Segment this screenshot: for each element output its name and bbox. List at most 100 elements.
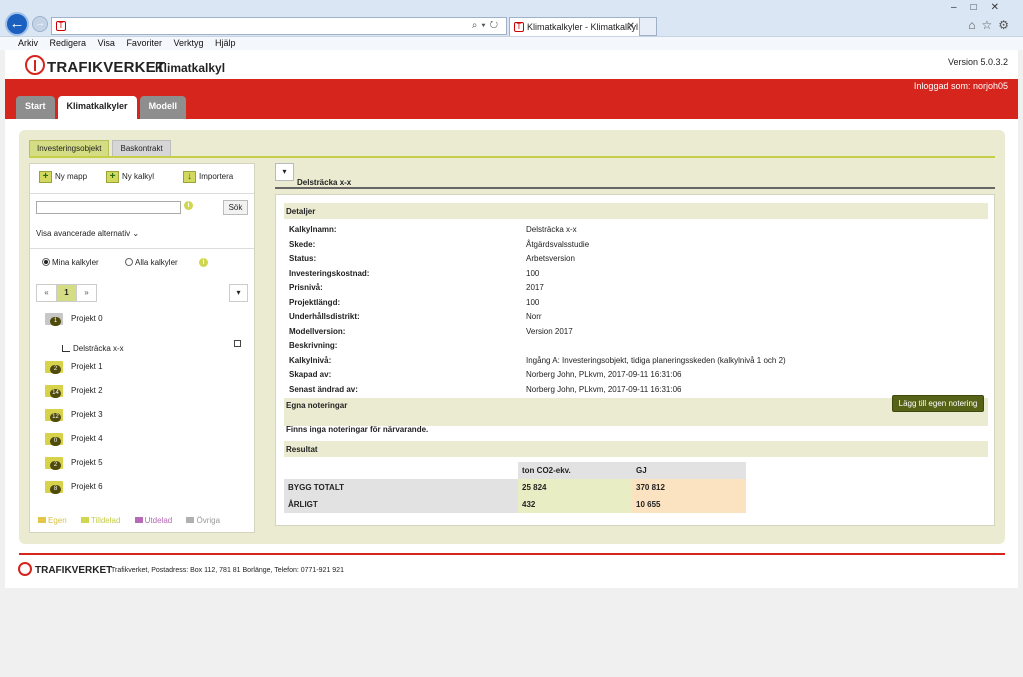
folder-icon: 0 (45, 433, 63, 446)
detail-row: Senast ändrad av: Norberg John, PLkvm, 20… (289, 385, 979, 397)
tab-modell[interactable]: Modell (139, 96, 187, 119)
detail-row: Skede: Åtgärdsvalsstudie (289, 240, 979, 252)
add-note-button[interactable]: Lägg till egen notering (892, 395, 984, 412)
detail-value: Ingång A: Investeringsobjekt, tidiga pla… (526, 355, 786, 365)
site-favicon-icon: T (56, 21, 66, 31)
pager-next[interactable]: » (76, 284, 97, 302)
search-input[interactable] (36, 201, 181, 214)
detail-key: Projektlängd: (289, 297, 341, 307)
subtab-baskontrakt[interactable]: Baskontrakt (112, 140, 171, 157)
detail-value: Arbetsversion (526, 254, 575, 263)
menu-item-redigera[interactable]: Redigera (50, 37, 87, 50)
search-button[interactable]: Sök (223, 200, 248, 215)
divider (30, 193, 254, 194)
advanced-options-label: Visa avancerade alternativ (36, 229, 131, 238)
address-bar[interactable]: T ⌕▾↻ (51, 17, 507, 35)
folder-icon: 1 (45, 313, 63, 326)
app-header: TRAFIKVERKET Klimatkalkyl Version 5.0.3.… (5, 50, 1018, 79)
browser-tab[interactable]: T Klimatkalkyler - Klimatkalkyl ✕ (509, 17, 640, 36)
detail-row: Status: Arbetsversion (289, 254, 979, 266)
bar-chart-icon (62, 345, 70, 352)
address-bar-icons[interactable]: ⌕▾↻ (472, 20, 502, 31)
section-details: Detaljer (284, 203, 988, 219)
footer-brand: TRAFIKVERKET (35, 565, 113, 576)
window-controls[interactable]: –□✕ (951, 2, 1013, 13)
detail-dropdown[interactable]: ▾ (275, 163, 294, 181)
main-panel: Investeringsobjekt Baskontrakt + Ny mapp … (19, 130, 1005, 544)
close-tab-icon[interactable]: ✕ (627, 21, 635, 32)
folder-icon (80, 517, 89, 523)
folder-label: Projekt 0 (71, 314, 103, 323)
new-calc-button[interactable]: + Ny kalkyl (106, 171, 154, 183)
new-folder-button[interactable]: + Ny mapp (39, 171, 87, 183)
folder-icon (186, 517, 195, 523)
radio-all-calcs-label: Alla kalkyler (135, 258, 178, 267)
radio-my-calcs[interactable]: Mina kalkyler (42, 258, 99, 267)
detail-key: Underhållsdistrikt: (289, 312, 360, 321)
download-icon: ↓ (183, 171, 196, 183)
pager-dropdown[interactable]: ▾ (229, 284, 248, 302)
divider (30, 248, 254, 249)
folder-label: Projekt 3 (71, 410, 103, 419)
menu-item-favoriter[interactable]: Favoriter (126, 37, 162, 50)
detail-value: Norberg John, PLkvm, 2017-09-11 16:31:06 (526, 370, 682, 379)
subtab-investeringsobjekt[interactable]: Investeringsobjekt (29, 140, 110, 157)
table-row: BYGG TOTALT 25 824 370 812 (284, 479, 746, 496)
info-icon[interactable]: i (199, 258, 208, 267)
folder-label: Projekt 4 (71, 434, 103, 443)
detail-key: Status: (289, 254, 317, 263)
menu-bar: Arkiv Redigera Visa Favoriter Verktyg Hj… (0, 36, 1023, 50)
detail-row: Modellversion: Version 2017 (289, 327, 979, 339)
detail-title: Delsträcka x-x (297, 178, 352, 187)
info-icon[interactable]: i (184, 201, 193, 210)
detail-row: Investeringskostnad: 100 (289, 269, 979, 281)
radio-unselected-icon (125, 258, 133, 266)
pager: « 1 » (36, 284, 97, 302)
tab-start[interactable]: Start (16, 96, 55, 119)
radio-my-calcs-label: Mina kalkyler (52, 258, 99, 267)
result-row-label: BYGG TOTALT (284, 479, 518, 496)
pager-page-1[interactable]: 1 (56, 284, 77, 302)
result-header-blank (284, 462, 518, 479)
new-tab-button[interactable] (640, 17, 657, 36)
menu-item-verktyg[interactable]: Verktyg (173, 37, 203, 50)
folder-count-badge: 0 (50, 437, 61, 446)
detail-value: Version 2017 (526, 326, 573, 336)
legend-ovriga-label: Övriga (196, 516, 221, 525)
import-label: Importera (199, 172, 234, 182)
tree-actions: + Ny mapp + Ny kalkyl ↓ Importera (39, 171, 249, 185)
detail-row: Underhållsdistrikt: Norr (289, 312, 979, 324)
result-header-co2: ton CO2-ekv. (518, 462, 632, 479)
tab-klimatkalkyler[interactable]: Klimatkalkyler (57, 96, 137, 119)
result-co2-value: 432 (518, 496, 632, 513)
forward-arrow-icon[interactable]: → (32, 16, 48, 32)
legend-ovriga: Övriga (186, 516, 226, 525)
detail-row: Skapad av: Norberg John, PLkvm, 2017-09-1… (289, 370, 979, 382)
advanced-options-toggle[interactable]: Visa avancerade alternativ ⌄ (36, 229, 139, 238)
browser-tool-icons[interactable]: ⌂☆⚙ (968, 18, 1015, 32)
version-label: Version 5.0.3.2 (947, 57, 1008, 67)
main-tabs: Start Klimatkalkyler Modell (16, 96, 189, 119)
folder-label: Projekt 6 (71, 482, 103, 491)
detail-value: 2017 (526, 283, 544, 292)
detail-title-underline (275, 187, 995, 189)
menu-item-arkiv[interactable]: Arkiv (18, 37, 38, 50)
detail-row: Kalkylnamn: Delsträcka x-x (289, 225, 979, 237)
logged-in-user: Inloggad som: norjoh05 (913, 81, 1008, 91)
import-button[interactable]: ↓ Importera (183, 171, 233, 183)
radio-all-calcs[interactable]: Alla kalkyler (125, 258, 178, 267)
back-arrow-icon[interactable]: ← (5, 12, 29, 36)
pager-prev[interactable]: « (36, 284, 57, 302)
calc-item-delstracka[interactable]: Delsträcka x-x (62, 344, 124, 353)
detail-value: 100 (526, 268, 540, 278)
result-header-gj: GJ (632, 462, 746, 479)
detail-row: Beskrivning: (289, 341, 979, 353)
plus-icon: + (106, 171, 119, 183)
result-gj-value: 10 655 (632, 496, 746, 513)
folder-icon (38, 517, 46, 523)
legend-tilldelad: Tilldelad (80, 516, 127, 525)
calc-checkbox[interactable] (234, 340, 241, 347)
menu-item-visa[interactable]: Visa (98, 37, 115, 50)
app-title: Klimatkalkyl (155, 61, 226, 75)
menu-item-hjalp[interactable]: Hjälp (215, 37, 236, 50)
